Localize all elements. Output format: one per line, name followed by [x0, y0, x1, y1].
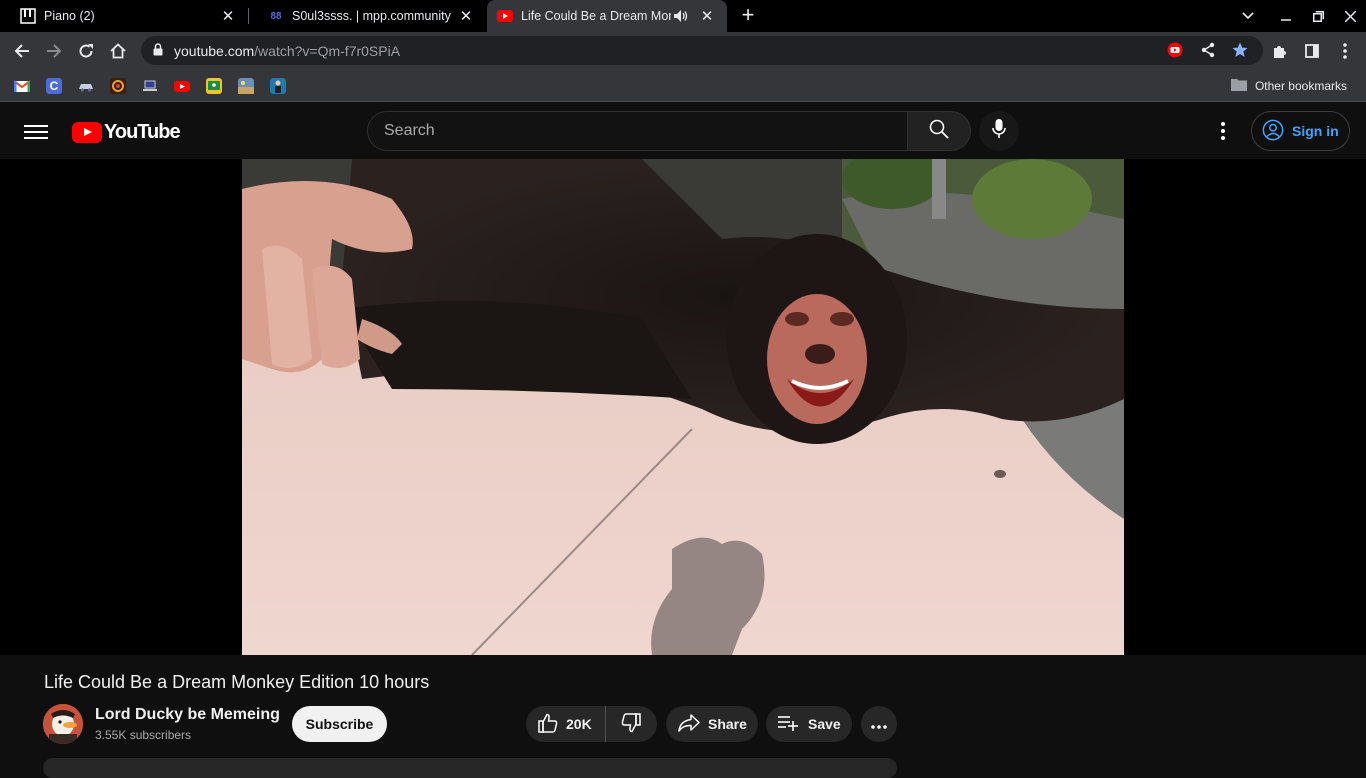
url-text: youtube.com/watch?v=Qm-f7r0SPiA: [174, 43, 400, 59]
folder-icon: [1230, 78, 1247, 94]
bookmark-star-icon[interactable]: [1230, 40, 1250, 60]
classroom-bookmark-icon[interactable]: [206, 78, 222, 94]
tab-search-chevron-icon[interactable]: [1232, 0, 1264, 32]
video-title: Life Could Be a Dream Monkey Edition 10 …: [44, 672, 430, 692]
like-dislike-group: 20K: [526, 706, 657, 742]
bookmarks-bar: C Other bookmarks: [0, 70, 1366, 102]
browser-toolbar: youtube.com/watch?v=Qm-f7r0SPiA: [0, 32, 1366, 70]
reload-icon[interactable]: [72, 37, 100, 65]
search-input[interactable]: [368, 112, 907, 150]
url-host: youtube.com: [174, 43, 255, 59]
channel-name[interactable]: Lord Ducky be Memeing: [95, 706, 280, 724]
chimpanzee-video-frame-image: [242, 159, 1124, 655]
tab-mpp-community[interactable]: 88 S0ul3ssss. | mpp.community ✕: [248, 0, 486, 32]
other-bookmarks-folder[interactable]: Other bookmarks: [1230, 78, 1347, 94]
video-player[interactable]: [0, 159, 1366, 655]
new-tab-plus-icon[interactable]: +: [736, 4, 760, 28]
image-bookmark-icon[interactable]: [238, 78, 254, 94]
browser-tab-strip: Piano (2) ✕ 88 S0ul3ssss. | mpp.communit…: [0, 0, 1366, 32]
laptop-bookmark-icon[interactable]: [142, 78, 158, 94]
extensions-puzzle-icon[interactable]: [1270, 41, 1290, 61]
chrome-menu-kebab-icon[interactable]: [1335, 41, 1355, 61]
subscribe-button[interactable]: Subscribe: [292, 706, 387, 742]
youtube-bookmark-icon[interactable]: [174, 78, 190, 94]
subscriber-count: 3.55K subscribers: [95, 728, 192, 742]
lock-icon[interactable]: [153, 43, 163, 61]
tab-title: Piano (2): [44, 9, 95, 23]
youtube-wordmark: YouTube: [104, 121, 181, 143]
tab-youtube-active[interactable]: Life Could Be a Dream Monk ✕: [487, 0, 727, 32]
close-window-icon[interactable]: [1334, 0, 1366, 32]
tab-close-icon[interactable]: ✕: [456, 6, 476, 26]
pattern-bookmark-icon[interactable]: [110, 78, 126, 94]
sign-in-label: Sign in: [1292, 123, 1339, 139]
search-box: [367, 111, 908, 151]
c-bookmark-icon[interactable]: C: [46, 78, 62, 94]
gmail-bookmark-icon[interactable]: [13, 78, 31, 94]
url-path: /watch?v=Qm-f7r0SPiA: [254, 43, 401, 59]
youtube-play-logo-icon: [72, 122, 102, 143]
sign-in-button[interactable]: Sign in: [1251, 111, 1350, 151]
other-bookmarks-label: Other bookmarks: [1254, 79, 1347, 93]
tab-close-icon[interactable]: ✕: [697, 6, 717, 26]
speaker-audio-icon[interactable]: [671, 10, 691, 22]
youtube-logo[interactable]: YouTube: [72, 121, 181, 144]
dislike-button[interactable]: [606, 706, 656, 742]
account-circle-icon: [1262, 119, 1284, 144]
more-actions-button[interactable]: [861, 706, 897, 742]
address-bar[interactable]: youtube.com/watch?v=Qm-f7r0SPiA: [141, 36, 1263, 65]
home-icon[interactable]: [104, 37, 132, 65]
description-box[interactable]: [43, 758, 897, 778]
share-icon[interactable]: [1198, 40, 1218, 60]
tab-close-icon[interactable]: ✕: [218, 6, 238, 26]
side-panel-icon[interactable]: [1302, 41, 1322, 61]
piano-favicon-icon: [20, 8, 36, 24]
search-icon: [929, 119, 949, 144]
youtube-favicon-icon: [497, 8, 513, 24]
restore-window-icon[interactable]: [1302, 0, 1334, 32]
thumbs-down-icon: [621, 712, 641, 736]
guide-menu-icon[interactable]: [24, 121, 48, 141]
forward-arrow-icon[interactable]: [40, 37, 68, 65]
like-button[interactable]: 20K: [526, 706, 606, 742]
save-label: Save: [808, 716, 841, 732]
tab-title: S0ul3ssss. | mpp.community: [292, 9, 451, 23]
tab-title: Life Could Be a Dream Monk: [521, 9, 671, 23]
thumbs-up-icon: [538, 713, 558, 736]
share-button[interactable]: Share: [666, 706, 758, 742]
share-label: Share: [708, 716, 747, 732]
mpp-favicon-icon: 88: [270, 10, 282, 22]
video-frame[interactable]: [242, 159, 1124, 655]
back-arrow-icon[interactable]: [8, 37, 36, 65]
like-count: 20K: [566, 716, 592, 732]
watch-metadata: Life Could Be a Dream Monkey Edition 10 …: [0, 655, 1366, 778]
channel-avatar[interactable]: [43, 704, 83, 744]
microphone-icon: [992, 118, 1006, 144]
share-arrow-icon: [678, 713, 700, 735]
playlist-add-icon: [778, 715, 798, 734]
voice-search-button[interactable]: [979, 111, 1019, 151]
tab-piano[interactable]: Piano (2) ✕: [0, 0, 248, 32]
minimize-window-icon[interactable]: [1270, 0, 1302, 32]
youtube-extension-icon[interactable]: [1165, 40, 1185, 60]
settings-kebab-icon[interactable]: [1212, 119, 1234, 143]
car-bookmark-icon[interactable]: [78, 78, 94, 94]
youtube-masthead: YouTube Sign in: [0, 103, 1366, 159]
more-horizontal-icon: [871, 716, 887, 732]
save-button[interactable]: Save: [766, 706, 852, 742]
person-bookmark-icon[interactable]: [270, 78, 286, 94]
search-button[interactable]: [907, 111, 971, 151]
